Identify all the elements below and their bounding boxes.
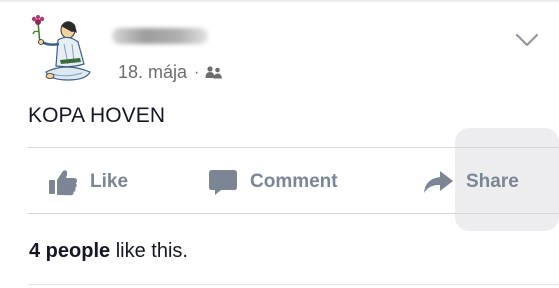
comment-button[interactable]: Comment bbox=[208, 160, 338, 204]
friends-icon[interactable] bbox=[205, 65, 223, 81]
likes-count[interactable]: 4 people bbox=[29, 240, 110, 262]
thumbs-up-icon bbox=[49, 170, 77, 196]
speech-bubble-icon bbox=[209, 170, 237, 195]
like-button[interactable]: Like bbox=[48, 160, 128, 204]
likes-summary[interactable]: 4 people like this. bbox=[29, 240, 188, 263]
share-button[interactable]: Share bbox=[422, 160, 519, 204]
share-label: Share bbox=[466, 171, 519, 192]
like-label: Like bbox=[90, 171, 129, 192]
likes-suffix: like this. bbox=[110, 240, 188, 262]
chevron-down-icon[interactable] bbox=[514, 30, 540, 50]
post-date[interactable]: 18. mája bbox=[118, 62, 187, 83]
share-arrow-icon bbox=[424, 171, 453, 193]
comment-label: Comment bbox=[250, 171, 338, 192]
meta-separator: · bbox=[194, 63, 200, 81]
post-card: 18. mája · KOPA HOVEN Like Comment Share bbox=[0, 0, 559, 288]
divider bbox=[28, 213, 559, 214]
top-divider bbox=[0, 0, 559, 2]
post-text: KOPA HOVEN bbox=[28, 104, 166, 127]
avatar[interactable] bbox=[28, 14, 96, 88]
author-name[interactable] bbox=[112, 28, 208, 44]
post-meta: 18. mája · bbox=[118, 62, 223, 83]
divider bbox=[28, 284, 559, 285]
